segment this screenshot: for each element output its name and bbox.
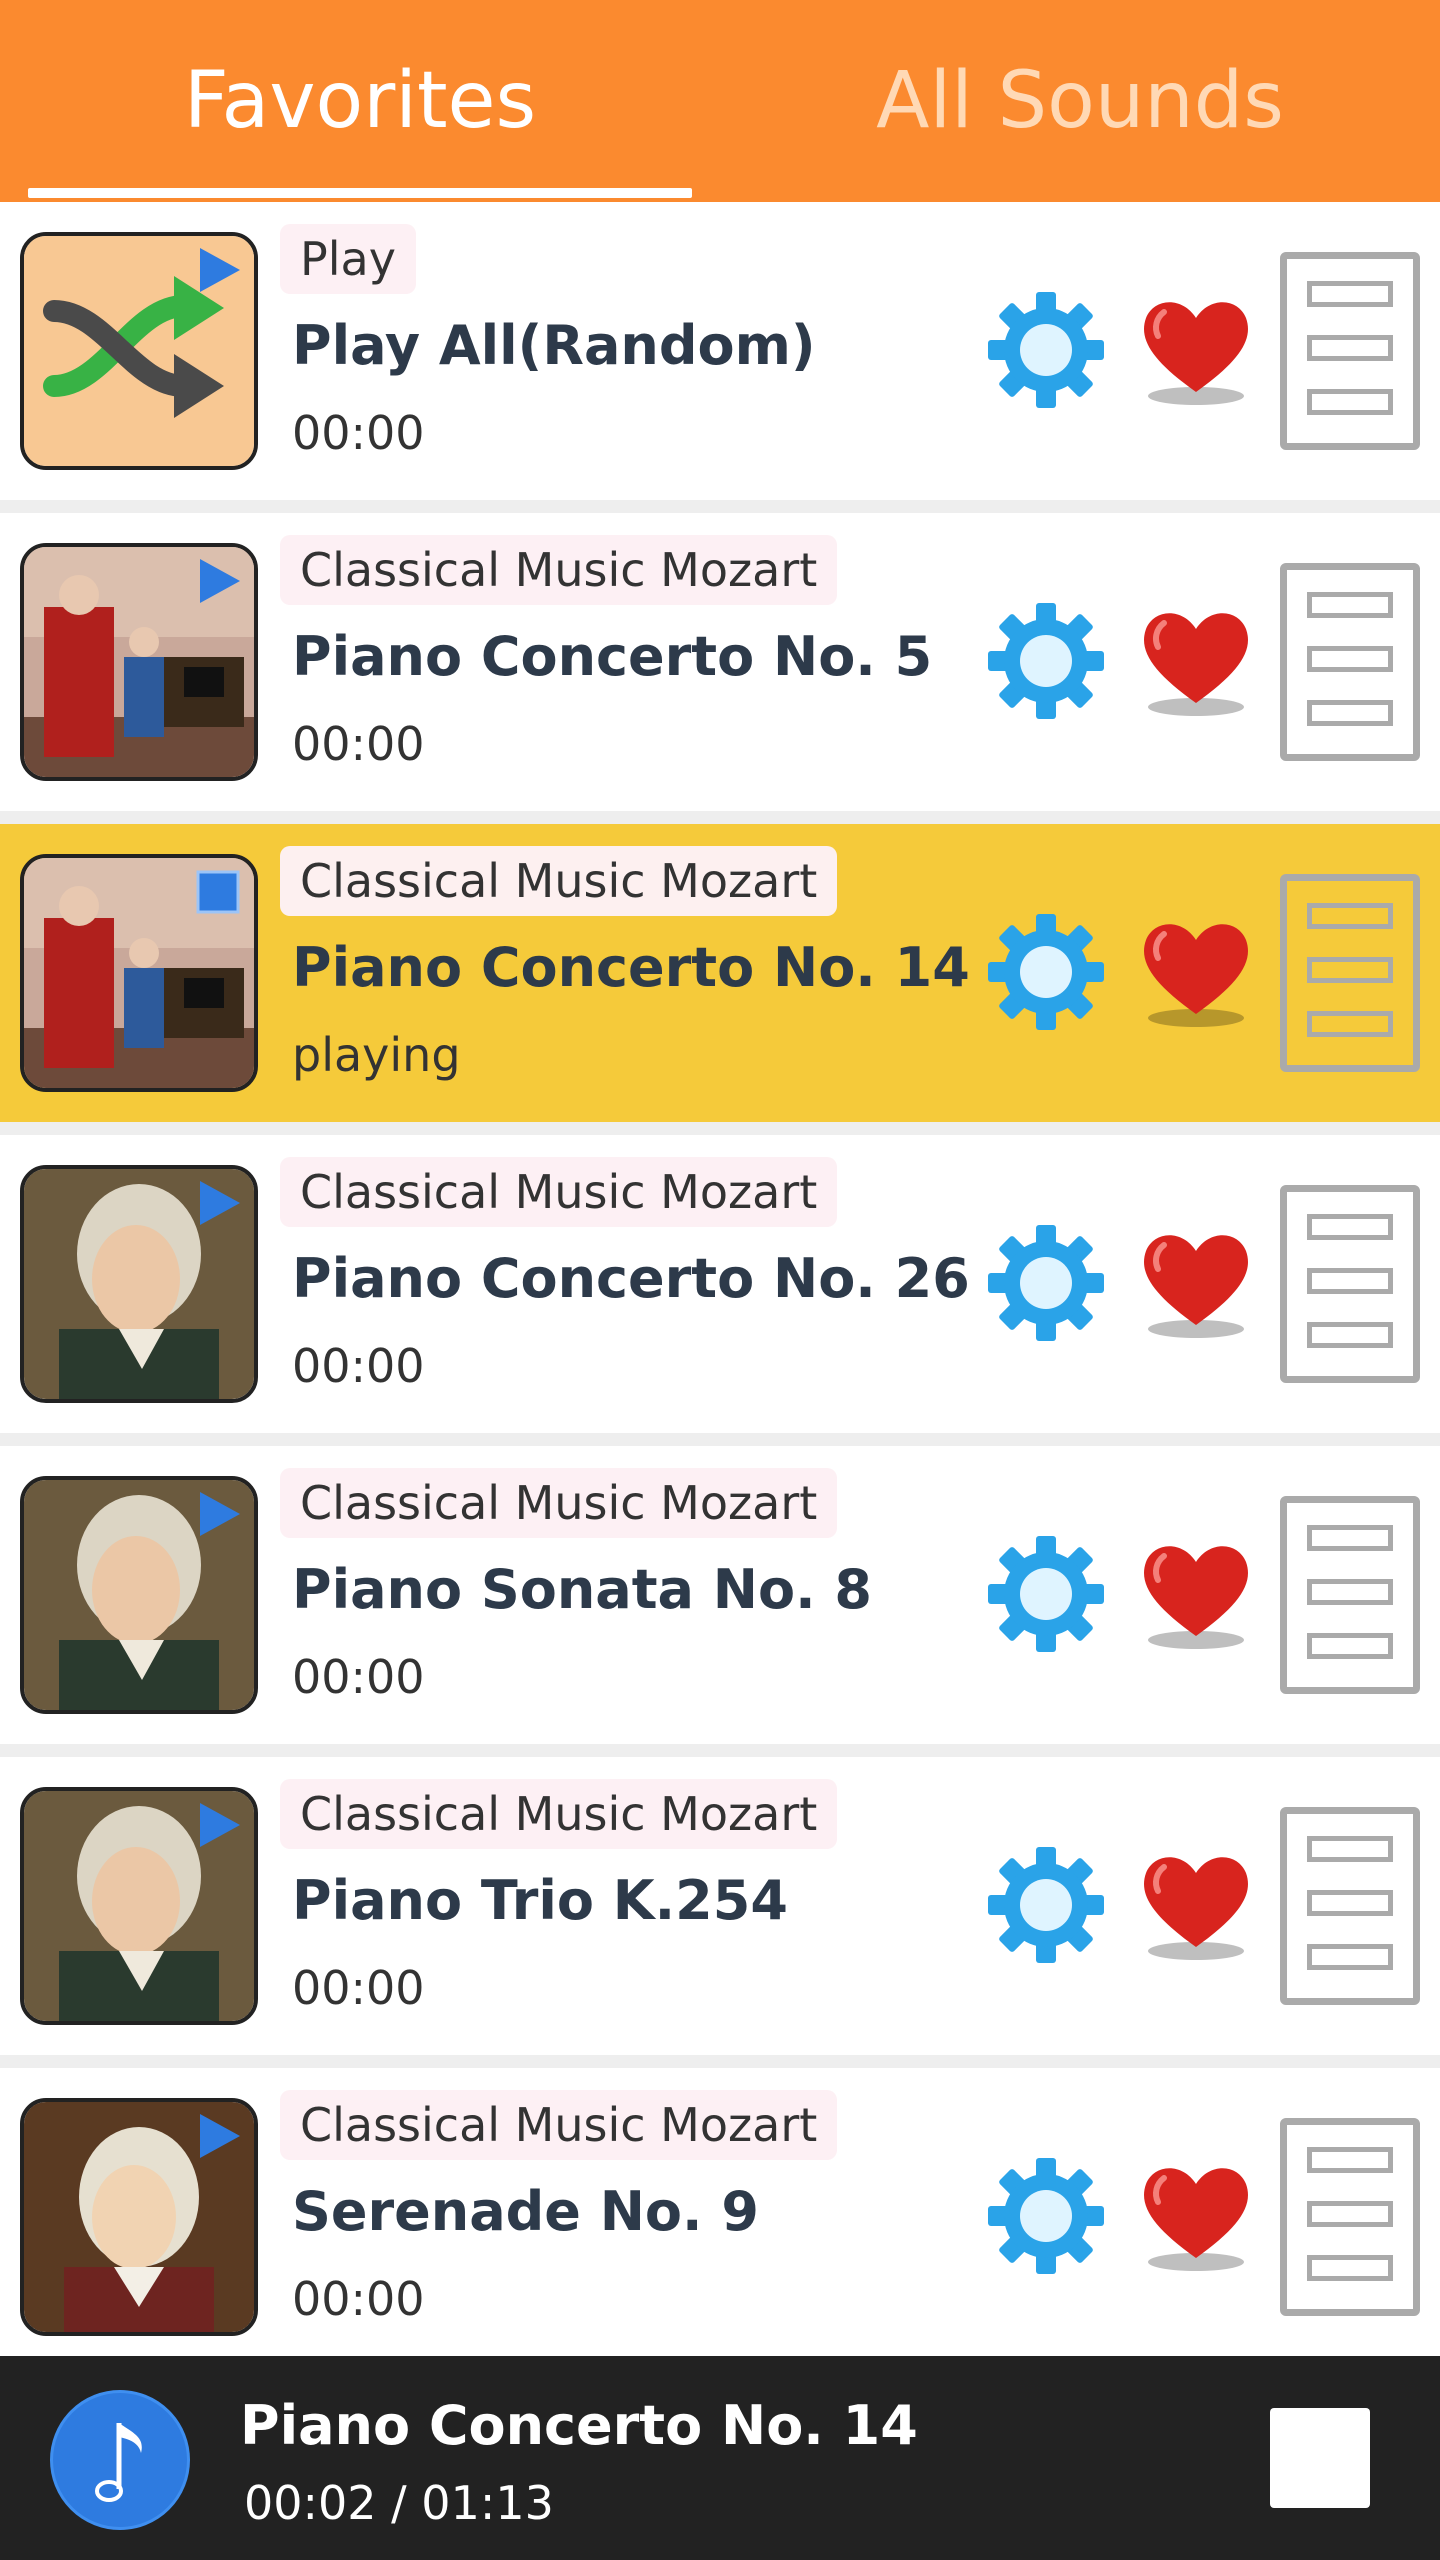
track-title: Piano Trio K.254 [292, 1869, 788, 1932]
track-status: 00:00 [292, 2272, 425, 2326]
track-title: Piano Concerto No. 5 [292, 625, 933, 688]
tab-all-sounds[interactable]: All Sounds [720, 0, 1440, 202]
track-thumbnail[interactable] [20, 1787, 258, 2025]
heart-icon[interactable] [1134, 1843, 1258, 1972]
play-badge-icon [200, 1492, 240, 1536]
heart-icon[interactable] [1134, 910, 1258, 1039]
track-title: Piano Concerto No. 26 [292, 1247, 970, 1310]
track-thumbnail[interactable] [20, 1165, 258, 1403]
track-thumbnail[interactable] [20, 1476, 258, 1714]
heart-icon[interactable] [1134, 599, 1258, 728]
track-title: Piano Concerto No. 14 [292, 936, 970, 999]
list-item[interactable]: Classical Music Mozart Piano Sonata No. … [0, 1446, 1440, 1744]
heart-icon[interactable] [1134, 1532, 1258, 1661]
track-thumbnail[interactable] [20, 232, 258, 470]
play-badge-icon [200, 1803, 240, 1847]
track-thumbnail[interactable] [20, 2098, 258, 2336]
stop-badge-icon [196, 870, 240, 914]
list-item[interactable]: Play Play All(Random) 00:00 [0, 202, 1440, 500]
tab-bar: Favorites All Sounds [0, 0, 1440, 202]
heart-icon[interactable] [1134, 1221, 1258, 1350]
stop-button[interactable] [1270, 2408, 1370, 2508]
track-status: 00:00 [292, 406, 425, 460]
category-tag: Play [280, 224, 416, 294]
category-tag: Classical Music Mozart [280, 846, 838, 916]
list-menu-icon[interactable] [1280, 2118, 1420, 2316]
list-menu-icon[interactable] [1280, 1807, 1420, 2005]
list-menu-icon[interactable] [1280, 1496, 1420, 1694]
play-badge-icon [200, 1181, 240, 1225]
list-menu-icon[interactable] [1280, 252, 1420, 450]
track-thumbnail[interactable] [20, 854, 258, 1092]
category-tag: Classical Music Mozart [280, 535, 838, 605]
track-status: 00:00 [292, 1339, 425, 1393]
play-badge-icon [200, 2114, 240, 2158]
player-title: Piano Concerto No. 14 [240, 2394, 918, 2457]
tab-favorites[interactable]: Favorites [0, 0, 720, 202]
track-title: Play All(Random) [292, 314, 816, 377]
category-tag: Classical Music Mozart [280, 2090, 838, 2160]
player-time: 00:02 / 01:13 [244, 2476, 554, 2530]
gear-icon[interactable] [984, 1532, 1108, 1661]
list-menu-icon[interactable] [1280, 874, 1420, 1072]
gear-icon[interactable] [984, 1221, 1108, 1350]
gear-icon[interactable] [984, 2154, 1108, 2283]
track-status: 00:00 [292, 717, 425, 771]
play-badge-icon [200, 248, 240, 292]
list-item[interactable]: Classical Music Mozart Serenade No. 9 00… [0, 2068, 1440, 2366]
track-status: playing [292, 1028, 461, 1082]
play-badge-icon [200, 559, 240, 603]
list-item[interactable]: Classical Music Mozart Piano Concerto No… [0, 824, 1440, 1122]
heart-icon[interactable] [1134, 2154, 1258, 2283]
track-title: Piano Sonata No. 8 [292, 1558, 872, 1621]
heart-icon[interactable] [1134, 288, 1258, 417]
track-thumbnail[interactable] [20, 543, 258, 781]
gear-icon[interactable] [984, 599, 1108, 728]
category-tag: Classical Music Mozart [280, 1157, 838, 1227]
music-note-icon[interactable] [50, 2390, 190, 2530]
list-item[interactable]: Classical Music Mozart Piano Trio K.254 … [0, 1757, 1440, 2055]
tab-active-indicator [28, 188, 692, 198]
list-menu-icon[interactable] [1280, 563, 1420, 761]
track-status: 00:00 [292, 1650, 425, 1704]
gear-icon[interactable] [984, 1843, 1108, 1972]
track-status: 00:00 [292, 1961, 425, 2015]
track-title: Serenade No. 9 [292, 2180, 759, 2243]
list-menu-icon[interactable] [1280, 1185, 1420, 1383]
category-tag: Classical Music Mozart [280, 1779, 838, 1849]
category-tag: Classical Music Mozart [280, 1468, 838, 1538]
gear-icon[interactable] [984, 910, 1108, 1039]
now-playing-bar: Piano Concerto No. 14 00:02 / 01:13 [0, 2356, 1440, 2560]
list-item[interactable]: Classical Music Mozart Piano Concerto No… [0, 1135, 1440, 1433]
gear-icon[interactable] [984, 288, 1108, 417]
list-item[interactable]: Classical Music Mozart Piano Concerto No… [0, 513, 1440, 811]
